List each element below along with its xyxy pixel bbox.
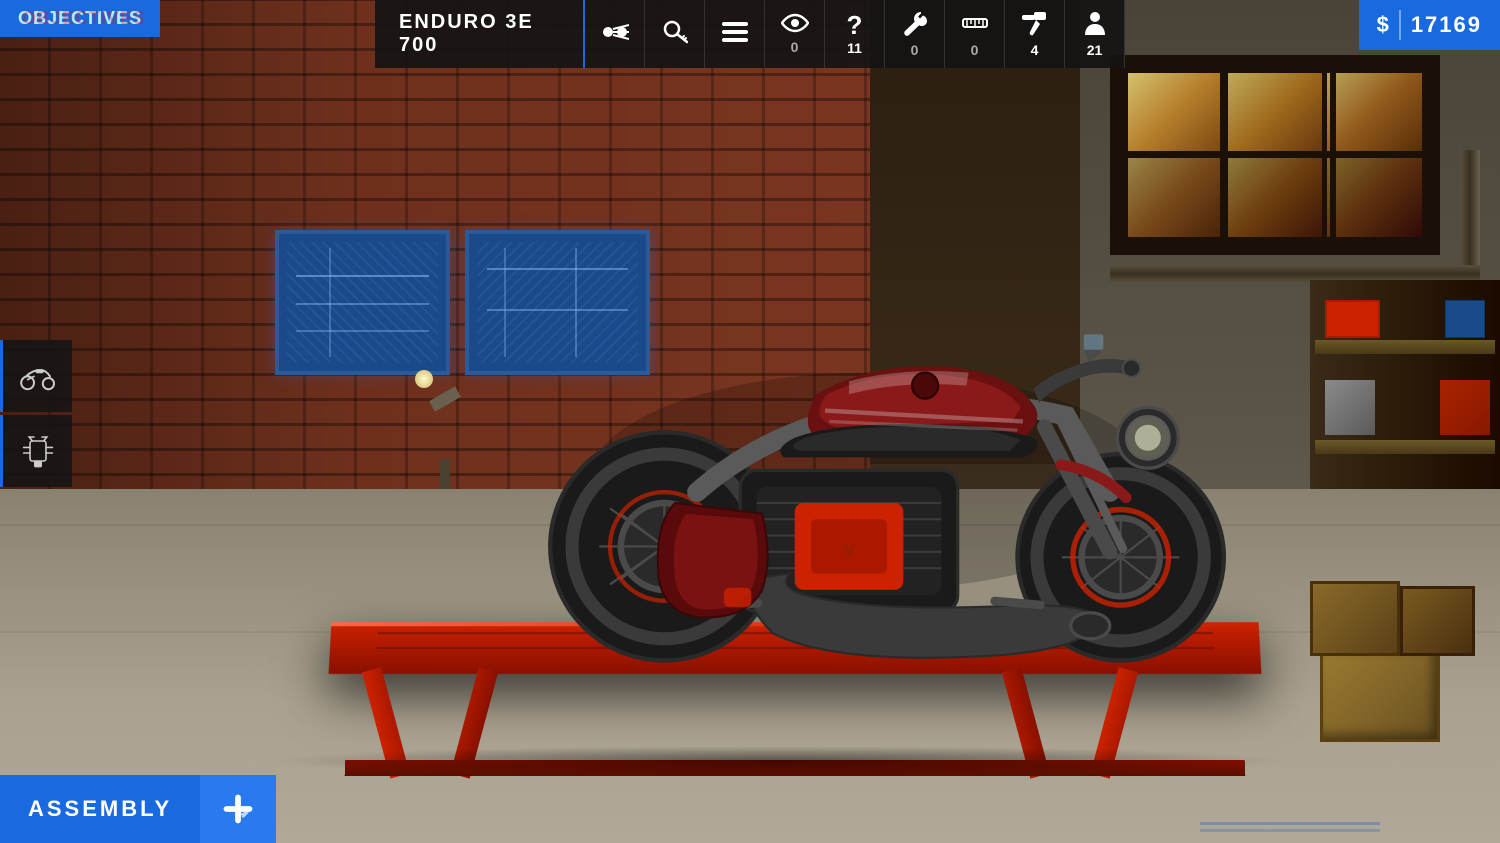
eye-count: 0 [791,39,799,55]
money-icon: $ [1377,12,1389,38]
list-icon [722,21,748,47]
key-icon [662,19,688,49]
motorcycle-tab-icon [18,356,58,396]
money-amount: 17169 [1411,12,1482,38]
vehicle-name: ENDURO 3E 700 [375,0,585,68]
motorcycle-tab[interactable] [0,340,72,412]
lift-shadow [270,746,1290,776]
assembly-label: ASSEMBLY [0,775,200,843]
bottom-bar: ASSEMBLY [0,775,276,843]
garage-background: V [0,0,1500,843]
left-tabs [0,340,72,487]
top-toolbar: ENDURO 3E 700 [375,0,1125,68]
person-count: 21 [1087,42,1103,58]
engine-tab[interactable] [0,415,72,487]
assembly-button[interactable] [200,775,276,843]
question-icon: ? [847,12,863,38]
toolbar-eye-btn[interactable]: 0 [765,0,825,68]
person-icon [1083,10,1107,40]
engine-tab-icon [18,431,58,471]
assembly-icon [220,791,256,827]
toolbar-wrench-btn[interactable]: 0 [885,0,945,68]
svg-text:V: V [844,542,855,559]
hammer-count: 4 [1031,42,1039,58]
crate-top-right [1400,586,1475,656]
toolbar-hammer-btn[interactable]: 4 [1005,0,1065,68]
wrench-count: 0 [911,42,919,58]
toolbar-headlights-btn[interactable] [585,0,645,68]
money-separator [1399,10,1401,40]
ruler-icon [962,10,988,40]
blue-box [1445,300,1485,338]
money-display: $ 17169 [1359,0,1500,50]
toolbar-key-btn[interactable] [645,0,705,68]
red-item [1440,380,1490,435]
toolbar-question-btn[interactable]: ? 11 [825,0,885,68]
hammer-icon [1022,10,1048,40]
toolbar-ruler-btn[interactable]: 0 [945,0,1005,68]
objectives-button[interactable]: Objectives [0,0,160,37]
toolbar-icons: 0 ? 11 0 [585,0,1125,68]
headlights-icon [601,21,629,47]
question-count: 11 [847,40,862,56]
ruler-count: 0 [971,42,979,58]
wrench-icon [903,10,927,40]
crate-large [1320,652,1440,742]
eye-icon [781,13,809,37]
motorcycle: V [405,177,1380,666]
toolbar-person-btn[interactable]: 21 [1065,0,1125,68]
toolbar-list-btn[interactable] [705,0,765,68]
crate-top-left [1310,581,1400,656]
